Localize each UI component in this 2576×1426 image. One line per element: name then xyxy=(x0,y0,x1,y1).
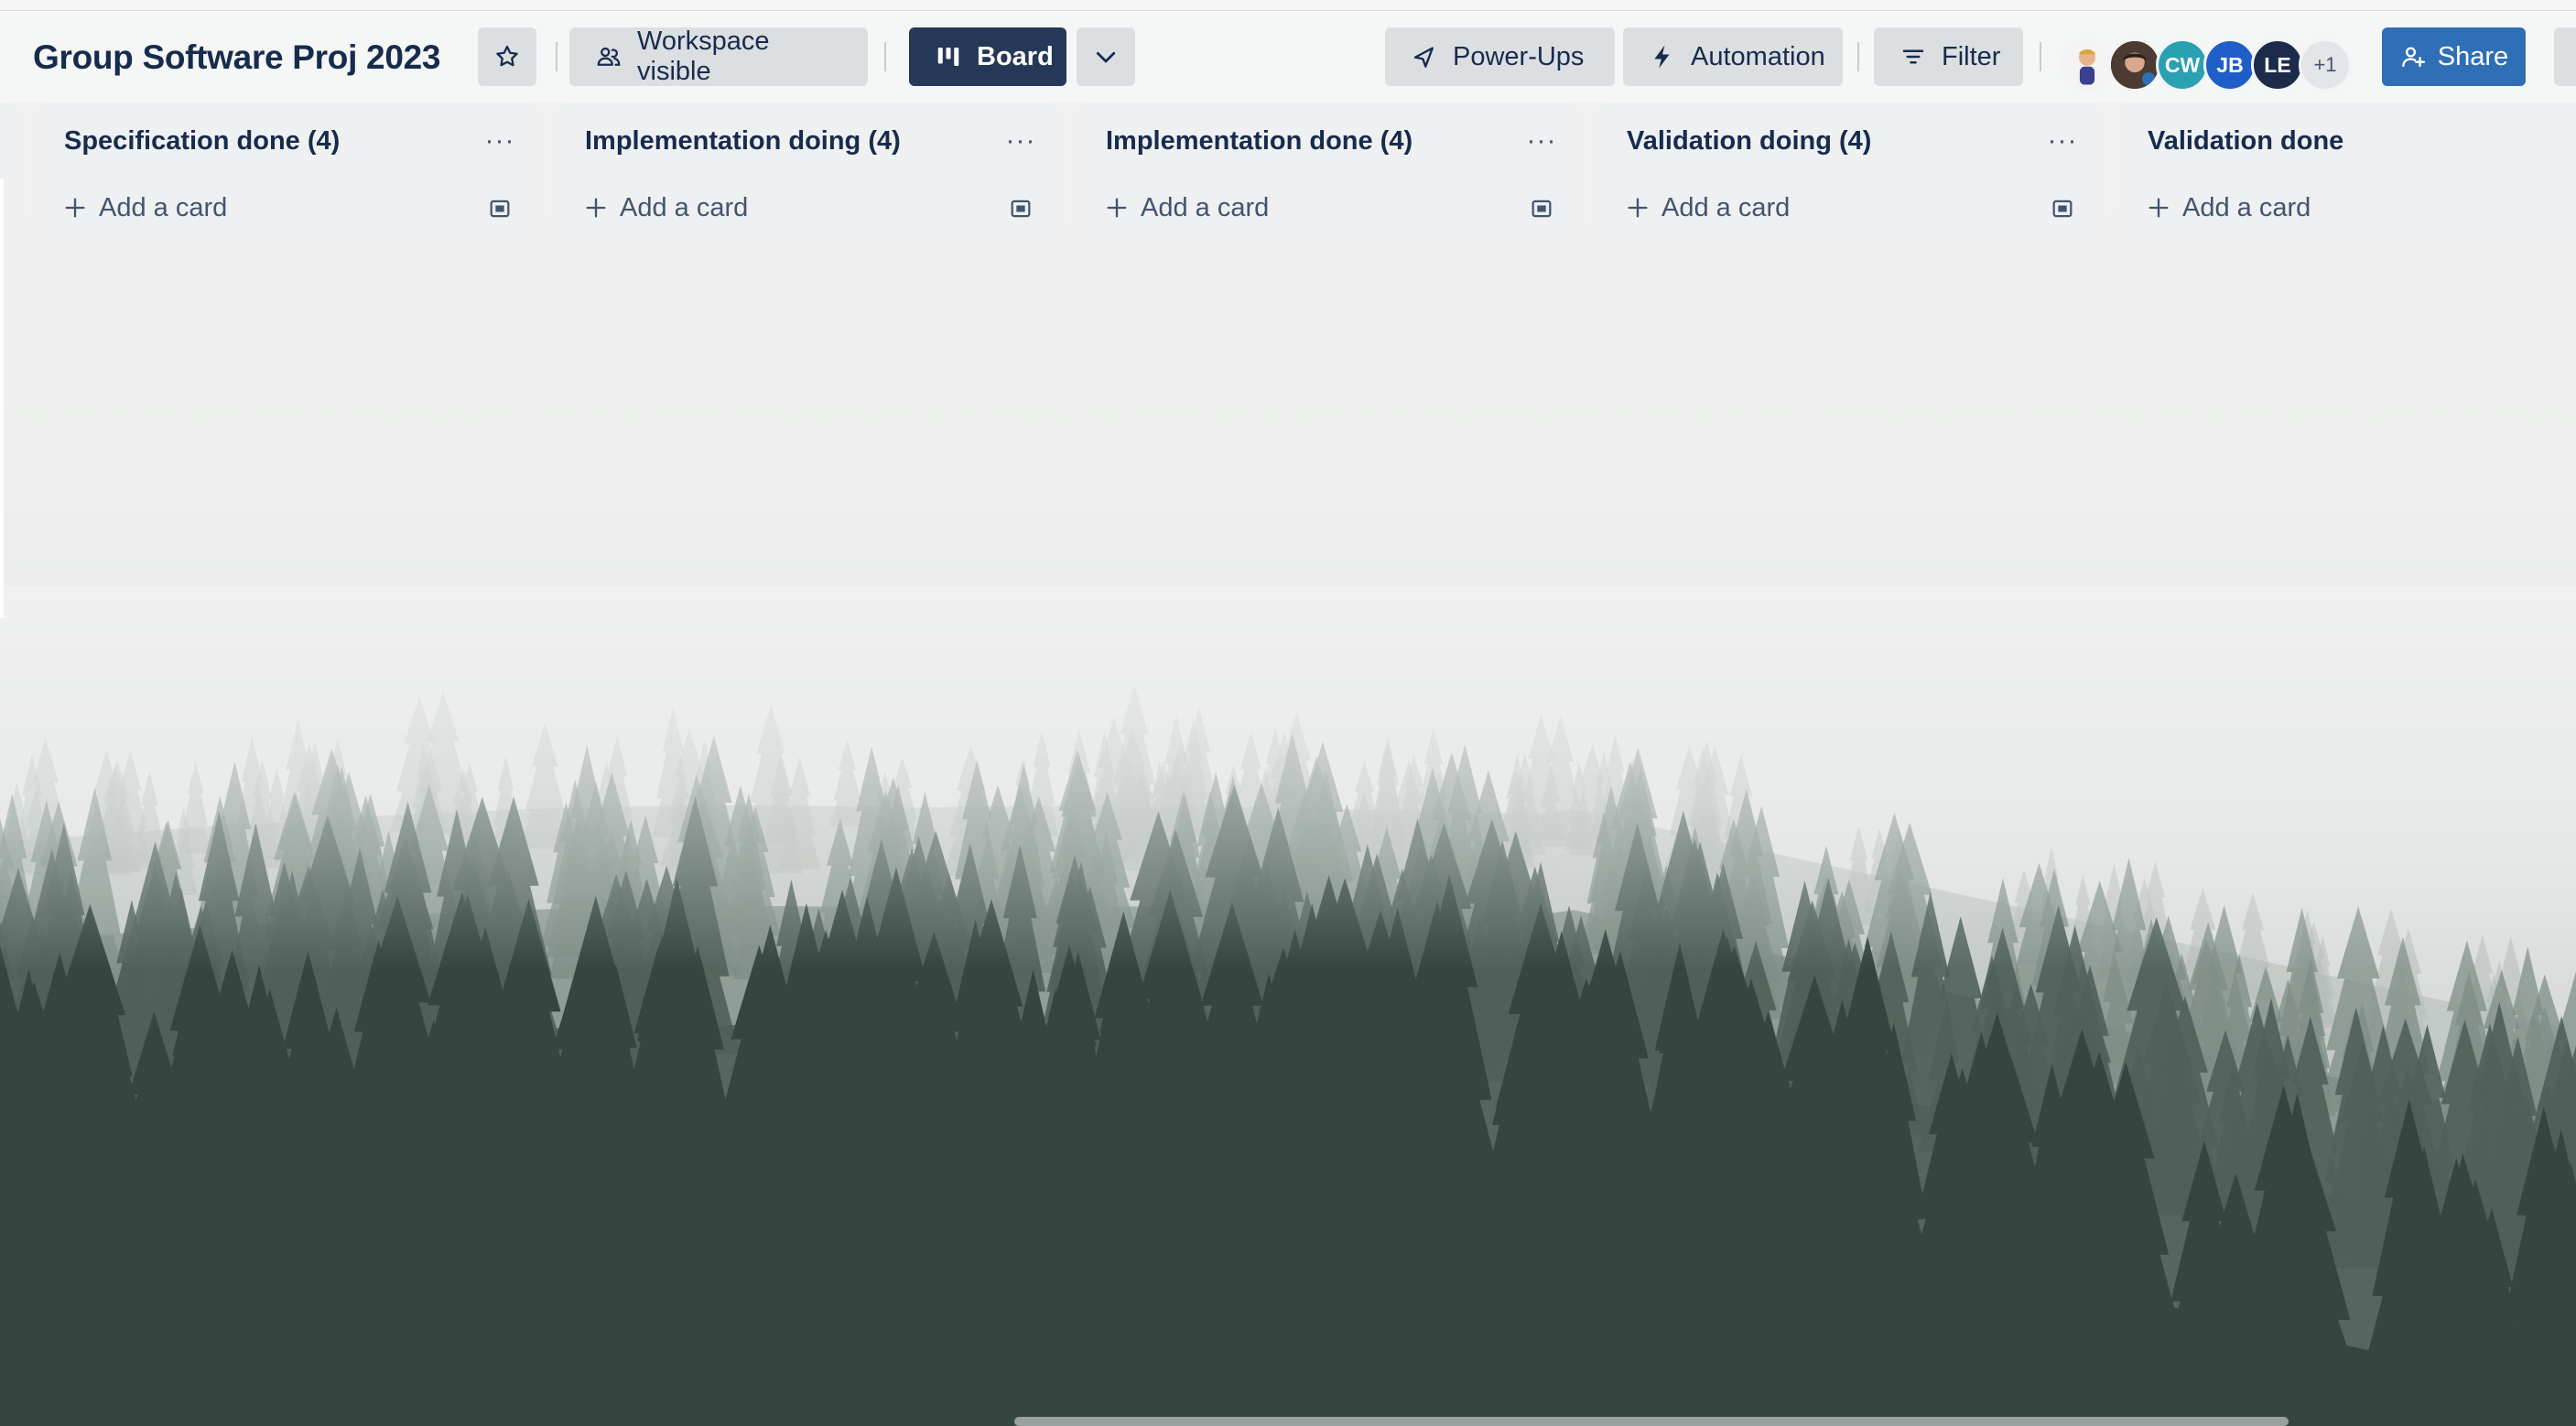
list: Implementation doing (4) ··· Add a card xyxy=(556,103,1061,245)
star-button[interactable] xyxy=(478,27,536,86)
add-card-button[interactable]: Add a card xyxy=(2133,187,2536,229)
list-title[interactable]: Validation done xyxy=(2148,123,2343,159)
header-divider xyxy=(1857,42,1859,71)
filter-icon xyxy=(1902,49,1924,64)
list: Implementation done (4) ··· Add a card xyxy=(1077,103,1582,245)
board-header: Group Software Proj 2023 Workspace visib… xyxy=(0,11,2576,103)
plus-icon xyxy=(1628,198,1648,218)
list-title[interactable]: Specification done (4) xyxy=(64,123,340,159)
list: Validation doing (4) ··· Add a card xyxy=(1597,103,2103,245)
member-avatar[interactable]: LE xyxy=(2251,38,2304,92)
member-avatar[interactable]: JB xyxy=(2203,38,2257,92)
ellipsis-icon: ··· xyxy=(1526,125,1557,156)
ellipsis-icon: ··· xyxy=(484,125,515,156)
list-title[interactable]: Implementation done (4) xyxy=(1106,123,1412,159)
lightning-icon xyxy=(1654,45,1670,69)
template-icon xyxy=(490,200,510,218)
template-icon xyxy=(2052,200,2073,218)
list-menu-button[interactable]: ··· xyxy=(480,121,520,161)
add-person-icon xyxy=(2401,47,2425,68)
people-icon xyxy=(597,47,621,66)
filter-label: Filter xyxy=(1942,41,2001,71)
create-from-template-button[interactable] xyxy=(1523,190,1560,227)
board-title[interactable]: Group Software Proj 2023 xyxy=(33,35,440,81)
board-menu-button[interactable] xyxy=(2554,27,2576,86)
share-label: Share xyxy=(2437,41,2509,71)
add-card-button[interactable]: Add a card xyxy=(49,187,452,229)
plus-icon xyxy=(586,198,606,218)
plus-icon xyxy=(1107,198,1127,218)
list: Validation done Add a card xyxy=(2118,103,2576,245)
rocket-icon xyxy=(1413,47,1434,68)
template-icon xyxy=(1532,200,1552,218)
horizontal-scrollbar[interactable] xyxy=(1014,1417,2289,1426)
ellipsis-icon: ··· xyxy=(2047,125,2078,156)
list-title[interactable]: Implementation doing (4) xyxy=(585,123,901,159)
list: Specification done (4) ··· Add a card xyxy=(35,103,540,245)
workspace-visibility-button[interactable]: Workspace visible xyxy=(569,27,868,86)
list-title[interactable]: Validation doing (4) xyxy=(1627,123,1871,159)
power-ups-button[interactable]: Power-Ups xyxy=(1385,27,1615,86)
create-from-template-button[interactable] xyxy=(1002,190,1039,227)
share-button[interactable]: Share xyxy=(2382,27,2526,86)
board-members: CW JB LE +1 xyxy=(2061,38,2352,95)
member-avatar[interactable] xyxy=(2108,38,2161,92)
add-card-label: Add a card xyxy=(620,192,749,222)
header-divider xyxy=(2040,42,2041,71)
board-icon xyxy=(937,48,959,66)
header-divider xyxy=(884,42,886,71)
automation-button[interactable]: Automation xyxy=(1623,27,1843,86)
avatar-photo-icon xyxy=(2111,41,2159,89)
ellipsis-icon: ··· xyxy=(1005,125,1036,156)
power-ups-label: Power-Ups xyxy=(1453,41,1585,71)
add-card-label: Add a card xyxy=(1661,192,1791,222)
add-card-button[interactable]: Add a card xyxy=(1091,187,1494,229)
add-card-button[interactable]: Add a card xyxy=(1612,187,2015,229)
list-menu-button[interactable]: ··· xyxy=(1001,121,1041,161)
partial-card-left xyxy=(0,178,4,618)
list-menu-button[interactable]: ··· xyxy=(1521,121,1562,161)
add-card-button[interactable]: Add a card xyxy=(570,187,973,229)
browser-top-strip xyxy=(0,0,2576,11)
more-members-badge[interactable]: +1 xyxy=(2299,38,2352,92)
star-icon xyxy=(496,45,518,67)
create-from-template-button[interactable] xyxy=(482,190,518,227)
filter-button[interactable]: Filter xyxy=(1874,27,2023,86)
plus-icon xyxy=(2148,198,2169,218)
workspace-visibility-label: Workspace visible xyxy=(637,27,770,86)
member-avatar[interactable] xyxy=(2061,38,2114,92)
board-view-label: Board xyxy=(977,41,1054,71)
add-card-label: Add a card xyxy=(2182,192,2311,222)
add-card-label: Add a card xyxy=(1141,192,1270,222)
view-switcher-button[interactable] xyxy=(1077,27,1135,86)
create-from-template-button[interactable] xyxy=(2044,190,2081,227)
add-card-label: Add a card xyxy=(99,192,228,222)
header-divider xyxy=(556,42,557,71)
board-view-button[interactable]: Board xyxy=(909,27,1066,86)
automation-label: Automation xyxy=(1691,41,1825,71)
plus-icon xyxy=(65,198,85,218)
chevron-down-icon xyxy=(1096,51,1116,63)
avatar-photo-icon xyxy=(2063,41,2111,89)
member-avatar[interactable]: CW xyxy=(2156,38,2209,92)
list-menu-button[interactable]: ··· xyxy=(2042,121,2083,161)
template-icon xyxy=(1011,200,1031,218)
